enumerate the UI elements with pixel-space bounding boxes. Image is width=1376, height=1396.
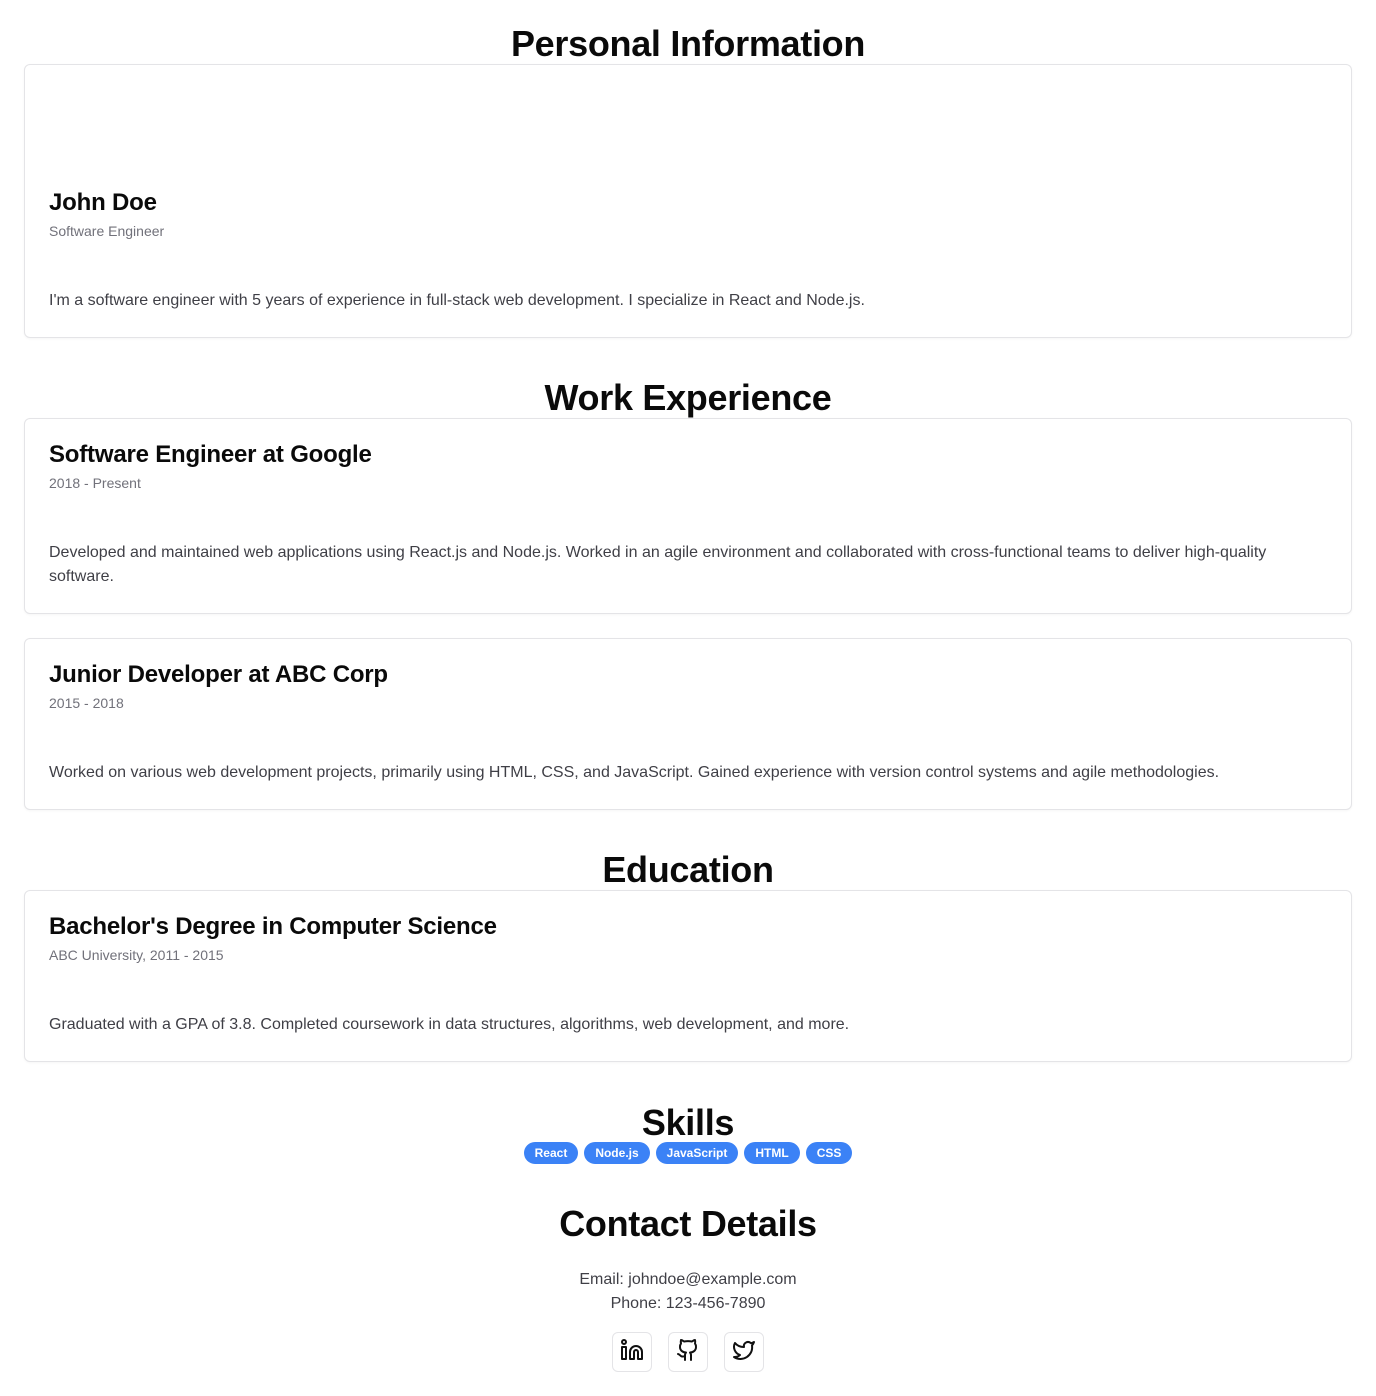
profile-bio: I'm a software engineer with 5 years of … — [49, 292, 865, 309]
job-card: Software Engineer at Google 2018 - Prese… — [24, 418, 1352, 614]
skills-list: React Node.js JavaScript HTML CSS — [0, 1142, 1376, 1164]
linkedin-button[interactable] — [612, 1332, 652, 1372]
school-period: ABC University, 2011 - 2015 — [49, 947, 224, 963]
contact-section-title: Contact Details — [559, 1203, 817, 1244]
contact-email: Email: johndoe@example.com — [579, 1271, 797, 1288]
github-icon — [676, 1338, 700, 1367]
contact-phone: Phone: 123-456-7890 — [610, 1295, 766, 1312]
skill-badge: React — [523, 1142, 579, 1164]
work-section-title: Work Experience — [544, 377, 832, 418]
personal-section-title: Personal Information — [510, 23, 866, 64]
personal-card: John Doe Software Engineer I'm a softwar… — [24, 64, 1352, 338]
twitter-button[interactable] — [724, 1332, 764, 1372]
skill-badge: CSS — [805, 1142, 853, 1164]
skill-badge: HTML — [744, 1142, 800, 1164]
job-description: Worked on various web development projec… — [49, 764, 1220, 781]
skills-section-title: Skills — [641, 1102, 735, 1143]
skill-badge: Node.js — [584, 1142, 650, 1164]
twitter-icon — [732, 1338, 756, 1367]
job-period: 2018 - Present — [49, 475, 141, 491]
job-period: 2015 - 2018 — [49, 695, 124, 711]
education-card: Bachelor's Degree in Computer Science AB… — [24, 890, 1352, 1062]
profile-role: Software Engineer — [49, 223, 165, 239]
job-title: Junior Developer at ABC Corp — [49, 661, 388, 688]
job-title: Software Engineer at Google — [49, 441, 372, 468]
job-card: Junior Developer at ABC Corp 2015 - 2018… — [24, 638, 1352, 810]
education-section-title: Education — [602, 849, 774, 890]
job-description: Developed and maintained web application… — [49, 544, 1267, 585]
skill-badge: JavaScript — [655, 1142, 739, 1164]
linkedin-icon — [620, 1338, 644, 1367]
profile-name: John Doe — [49, 189, 157, 216]
github-button[interactable] — [668, 1332, 708, 1372]
education-description: Graduated with a GPA of 3.8. Completed c… — [49, 1016, 850, 1033]
degree-title: Bachelor's Degree in Computer Science — [49, 913, 497, 940]
